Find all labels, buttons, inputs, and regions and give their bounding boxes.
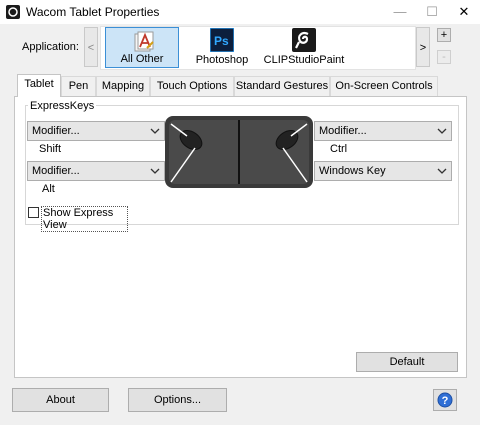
title-bar: Wacom Tablet Properties — ☐ ✕ [0,0,480,24]
checkbox-label: Show Express View [41,206,128,232]
tab-standard-gestures[interactable]: Standard Gestures [234,76,330,96]
tab-mapping[interactable]: Mapping [96,76,150,96]
maximize-button[interactable]: ☐ [416,0,448,24]
app-scroll-left-button[interactable]: < [84,27,98,67]
tab-tablet[interactable]: Tablet [17,74,61,97]
show-express-view-checkbox[interactable]: Show Express View [28,206,128,232]
expresskey-right-top-modifier: Ctrl [330,143,348,155]
help-icon: ? [437,392,453,408]
select-value: Modifier... [32,125,80,137]
tablet-expresskeys-graphic [165,116,313,188]
close-button[interactable]: ✕ [448,0,480,24]
minimize-button[interactable]: — [384,0,416,24]
select-value: Windows Key [319,165,386,177]
expresskey-left-top-modifier: Shift [39,143,62,155]
expresskey-right-top-select[interactable]: Modifier... [314,121,452,141]
application-list: All Other Ps Photoshop CLIPStudioPaint [100,26,416,70]
clipstudiopaint-app-icon [292,28,316,52]
photoshop-app-icon: Ps [210,28,234,52]
chevron-down-icon [150,128,160,134]
all-other-app-icon [134,31,154,52]
app-item-photoshop[interactable]: Ps Photoshop [185,27,259,68]
chevron-down-icon [437,128,447,134]
app-item-clipstudiopaint[interactable]: CLIPStudioPaint [259,27,349,68]
tab-on-screen-controls[interactable]: On-Screen Controls [330,76,438,96]
remove-application-button[interactable]: - [437,50,451,64]
svg-text:Ps: Ps [214,34,229,48]
checkbox-box [28,207,39,218]
help-button[interactable]: ? [433,389,457,411]
default-button[interactable]: Default [356,352,458,372]
app-name: CLIPStudioPaint [263,54,345,66]
app-item-all-other[interactable]: All Other [105,27,179,68]
chevron-down-icon [150,168,160,174]
add-application-button[interactable]: + [437,28,451,42]
expresskey-left-bottom-select[interactable]: Modifier... [27,161,165,181]
select-value: Modifier... [319,125,367,137]
expresskey-right-bottom-select[interactable]: Windows Key [314,161,452,181]
app-scroll-right-button[interactable]: > [416,27,430,67]
chevron-down-icon [437,168,447,174]
tab-pen[interactable]: Pen [61,76,96,96]
wacom-app-icon [6,5,20,19]
help-glyph: ? [442,395,449,407]
about-button[interactable]: About [12,388,109,412]
tab-touch-options[interactable]: Touch Options [150,76,234,96]
window-title: Wacom Tablet Properties [26,5,160,19]
expresskey-left-bottom-modifier: Alt [42,183,55,195]
expresskeys-group-title: ExpressKeys [28,100,97,112]
application-label: Application: [22,41,79,53]
app-name: Photoshop [195,54,249,66]
app-name: All Other [120,53,164,65]
select-value: Modifier... [32,165,80,177]
options-button[interactable]: Options... [128,388,227,412]
expresskey-left-top-select[interactable]: Modifier... [27,121,165,141]
